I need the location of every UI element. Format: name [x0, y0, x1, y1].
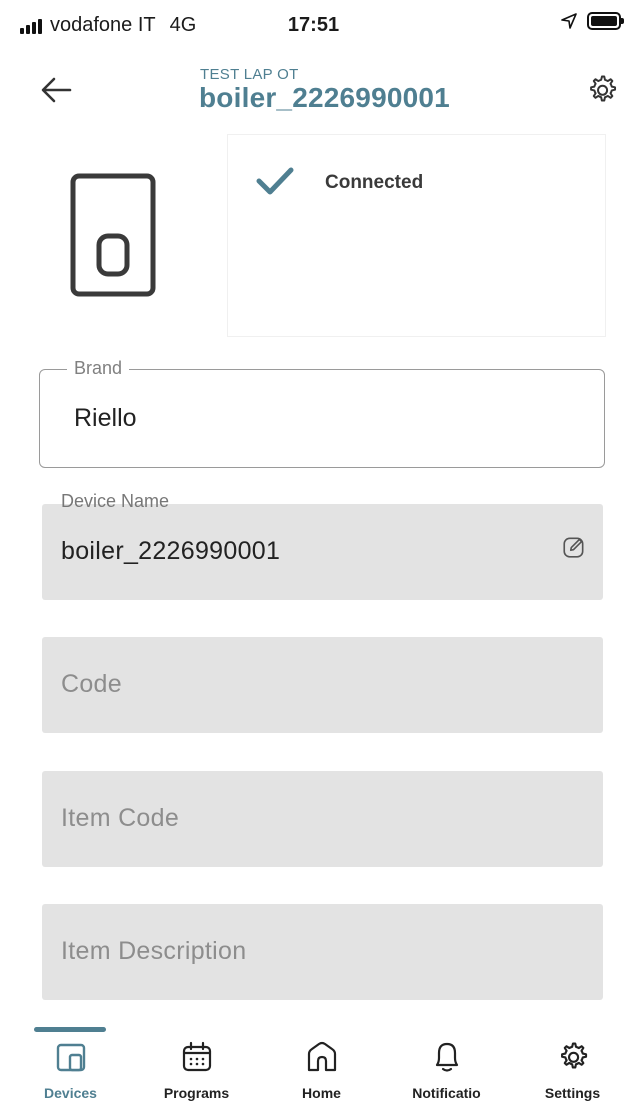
item-description-placeholder: Item Description	[61, 937, 247, 965]
brand-value: Riello	[74, 404, 137, 432]
item-code-placeholder: Item Code	[61, 804, 180, 832]
bottom-navigation: Devices Programs Home Notificatio Settin…	[0, 1012, 627, 1104]
nav-programs[interactable]: Programs	[134, 1012, 259, 1104]
arrow-left-icon	[41, 77, 72, 103]
code-field[interactable]: Code	[42, 637, 603, 733]
connection-status-card: Connected	[228, 135, 605, 336]
gear-icon	[556, 1040, 590, 1074]
connection-status: Connected	[325, 172, 424, 193]
nav-settings-label: Settings	[544, 1085, 601, 1101]
brand-label: Brand	[67, 358, 130, 379]
location-arrow-icon	[561, 13, 577, 29]
code-placeholder: Code	[61, 670, 122, 698]
back-button[interactable]	[34, 70, 78, 110]
bell-icon	[430, 1040, 464, 1074]
page-title: boiler_2226990001	[199, 82, 450, 113]
nav-home[interactable]: Home	[259, 1012, 384, 1104]
nav-devices-label: Devices	[44, 1085, 97, 1101]
clock: 17:51	[287, 14, 340, 36]
brand-field[interactable]: Brand Riello	[39, 358, 605, 468]
status-bar: vodafone IT 4G 17:51	[0, 0, 627, 52]
nav-programs-label: Programs	[163, 1085, 230, 1101]
item-description-field[interactable]: Item Description	[42, 904, 603, 1000]
nav-notifications[interactable]: Notificatio	[384, 1012, 509, 1104]
calendar-icon	[180, 1040, 214, 1074]
device-name-label: Device Name	[61, 491, 170, 511]
header-subtitle: TEST LAP OT	[200, 66, 299, 83]
device-name-field[interactable]: Device Name boiler_2226990001	[42, 491, 603, 600]
device-name-value: boiler_2226990001	[61, 537, 281, 565]
nav-home-label: Home	[302, 1085, 341, 1101]
boiler-device-icon	[68, 172, 158, 303]
devices-icon	[54, 1040, 88, 1074]
checkmark-icon	[256, 167, 294, 195]
edit-icon	[563, 537, 584, 558]
device-settings-button[interactable]	[580, 68, 624, 112]
gear-icon	[590, 75, 617, 102]
nav-devices[interactable]: Devices	[8, 1012, 133, 1104]
nav-settings[interactable]: Settings	[510, 1012, 627, 1104]
edit-device-name-button[interactable]	[561, 534, 587, 560]
battery-icon	[587, 12, 624, 30]
nav-notifications-label: Notificatio	[412, 1085, 481, 1101]
home-icon	[305, 1040, 339, 1074]
item-code-field[interactable]: Item Code	[42, 771, 603, 867]
